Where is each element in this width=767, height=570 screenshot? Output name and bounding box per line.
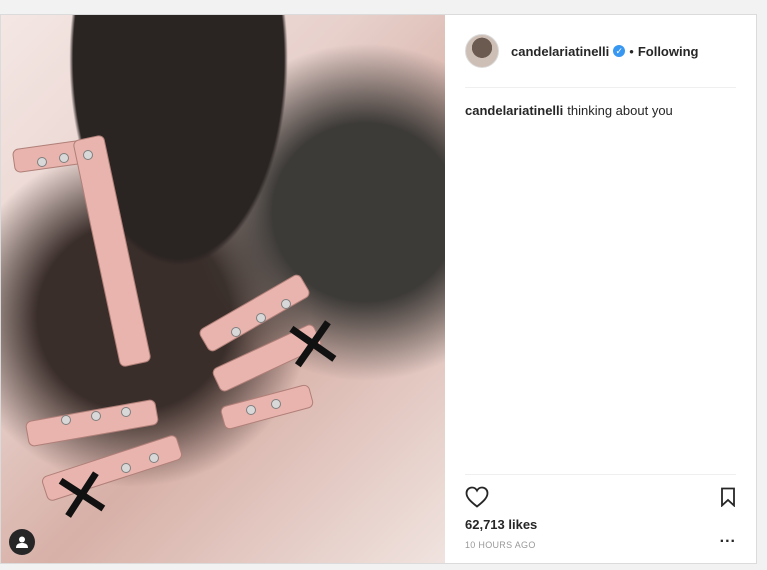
post-caption: candelariatinelli thinking about you: [465, 102, 736, 120]
stud: [37, 157, 47, 167]
censor-mark: ✕: [276, 298, 351, 392]
harness-strap: [24, 398, 160, 448]
stud: [61, 415, 71, 425]
stud: [59, 153, 69, 163]
stud: [121, 407, 131, 417]
stud: [246, 405, 256, 415]
harness-strap: [219, 383, 315, 431]
post-timestamp: 10 HOURS AGO: [465, 540, 536, 550]
bookmark-icon[interactable]: [720, 487, 736, 507]
ellipsis-icon[interactable]: ...: [720, 529, 736, 547]
stud: [231, 327, 241, 337]
stud: [91, 411, 101, 421]
caption-username-link[interactable]: candelariatinelli: [465, 103, 563, 118]
verified-badge-icon: ✓: [613, 45, 626, 57]
post-image[interactable]: ✕ ✕: [1, 15, 445, 563]
stud: [121, 463, 131, 473]
following-button[interactable]: Following: [638, 44, 699, 59]
separator-dot: •: [629, 43, 634, 59]
stud: [83, 150, 93, 160]
post-footer: 62,713 likes 10 HOURS AGO ...: [465, 474, 736, 563]
harness-strap: [72, 134, 152, 368]
stud: [271, 399, 281, 409]
post-sidebar: candelariatinelli ✓ • Following candelar…: [445, 15, 756, 563]
caption-text: thinking about you: [567, 103, 673, 118]
likes-count[interactable]: 62,713 likes: [465, 517, 736, 532]
instagram-post-dialog: ✕ ✕ candelariatinelli ✓ • Following cand…: [0, 14, 757, 564]
action-bar: [465, 485, 736, 509]
username-link[interactable]: candelariatinelli: [511, 44, 609, 59]
avatar[interactable]: [465, 34, 499, 68]
heart-icon[interactable]: [465, 486, 489, 508]
stud: [149, 453, 159, 463]
person-tag-icon[interactable]: [9, 529, 35, 555]
stud: [256, 313, 266, 323]
post-header: candelariatinelli ✓ • Following: [465, 15, 736, 88]
